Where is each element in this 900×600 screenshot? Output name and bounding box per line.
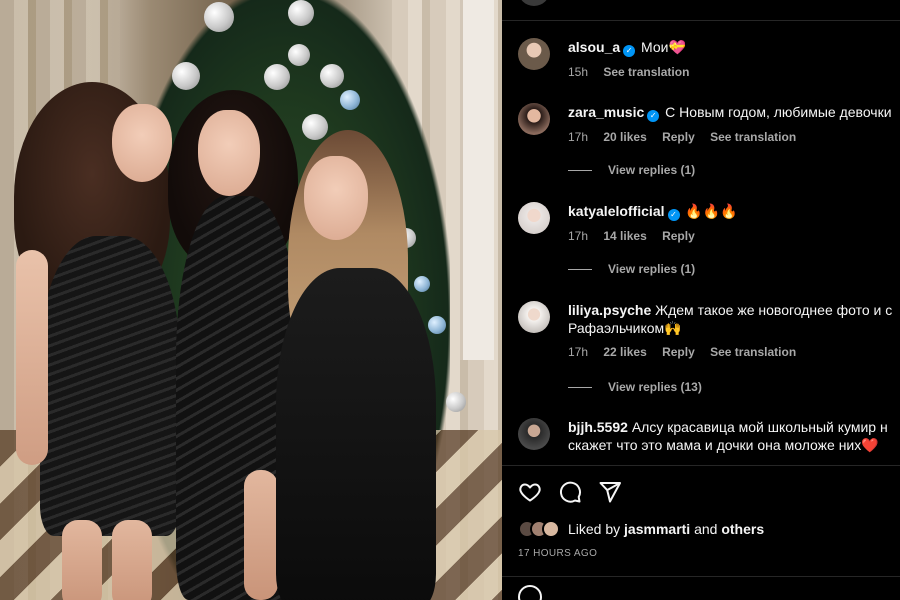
- ornament: [428, 316, 446, 334]
- see-translation-button[interactable]: See translation: [710, 130, 796, 144]
- ornament: [288, 0, 314, 26]
- comment-username[interactable]: alsou_a: [568, 39, 620, 55]
- post-image[interactable]: [0, 0, 502, 600]
- divider: [502, 576, 900, 577]
- reply-button[interactable]: Reply: [662, 345, 695, 359]
- replies-line: [568, 387, 592, 389]
- see-translation-button[interactable]: See translation: [603, 65, 689, 79]
- ornament: [340, 90, 360, 110]
- comment-icon[interactable]: [558, 480, 582, 504]
- verified-icon: ✓: [667, 209, 680, 221]
- add-comment-bar: [518, 585, 898, 600]
- share-icon[interactable]: [598, 480, 622, 504]
- view-replies-label: View replies (1): [608, 262, 696, 276]
- avatar[interactable]: [518, 38, 550, 70]
- comment-text: Алсу красавица мой школьный кумир н: [631, 419, 888, 435]
- view-replies-label: View replies (1): [608, 163, 696, 177]
- comment-text: 🔥🔥🔥: [685, 203, 738, 219]
- comment-text: Ждем такое же новогоднее фото и с: [655, 302, 893, 318]
- comment-likes[interactable]: 22 likes: [603, 345, 646, 359]
- avatar[interactable]: [518, 202, 550, 234]
- reply-button[interactable]: Reply: [662, 130, 695, 144]
- ornament: [264, 64, 290, 90]
- post-actions: [518, 478, 622, 506]
- liked-by-user[interactable]: jasmmarti: [624, 521, 690, 537]
- liked-by-prefix: Liked by: [568, 521, 621, 537]
- verified-icon: ✓: [647, 110, 660, 122]
- ornament: [204, 2, 234, 32]
- comment-username[interactable]: liliya.psyche: [568, 302, 651, 318]
- comment-username[interactable]: zara_music: [568, 104, 644, 120]
- comment-time[interactable]: 17h: [568, 229, 588, 243]
- avatar: [542, 520, 560, 538]
- ornament: [302, 114, 328, 140]
- divider: [502, 20, 900, 21]
- comments-panel: alsou_a ✓ Мои💝 15h See translation zara_m…: [502, 0, 900, 600]
- emoji-icon[interactable]: [518, 585, 542, 600]
- reply-button[interactable]: Reply: [662, 229, 695, 243]
- liker-avatars: [518, 520, 560, 538]
- view-replies-button[interactable]: View replies (1): [568, 163, 695, 177]
- avatar[interactable]: [518, 418, 550, 450]
- divider: [502, 465, 900, 466]
- comment-text-continued: Рафаэльчиком🙌: [568, 320, 682, 336]
- window-frame: [460, 0, 494, 360]
- comment-time[interactable]: 17h: [568, 345, 588, 359]
- replies-line: [568, 269, 592, 271]
- liked-by-others[interactable]: others: [721, 521, 764, 537]
- comment-text: Мои💝: [641, 39, 686, 55]
- post-timestamp[interactable]: 17 hours ago: [518, 548, 597, 559]
- comment-username[interactable]: bjjh.5592: [568, 419, 628, 435]
- view-replies-button[interactable]: View replies (13): [568, 380, 702, 394]
- ornament: [414, 276, 430, 292]
- avatar[interactable]: [518, 103, 550, 135]
- view-replies-label: View replies (13): [608, 380, 702, 394]
- comment-time[interactable]: 17h: [568, 130, 588, 144]
- avatar: [518, 0, 550, 6]
- comment-username[interactable]: katyalelofficial: [568, 203, 665, 219]
- liked-by-connector: and: [694, 521, 718, 537]
- liked-by[interactable]: Liked by jasmmarti and others: [518, 518, 764, 540]
- heart-icon[interactable]: [518, 480, 542, 504]
- ornament: [288, 44, 310, 66]
- ornament: [320, 64, 344, 88]
- comment-text: С Новым годом, любимые девочки: [665, 104, 892, 120]
- comment-time[interactable]: 15h: [568, 65, 588, 79]
- see-translation-button[interactable]: See translation: [710, 345, 796, 359]
- view-replies-button[interactable]: View replies (1): [568, 262, 695, 276]
- verified-icon: ✓: [623, 45, 636, 57]
- replies-line: [568, 170, 592, 172]
- ornament: [446, 392, 466, 412]
- avatar[interactable]: [518, 301, 550, 333]
- comment-likes[interactable]: 20 likes: [603, 130, 646, 144]
- ornament: [172, 62, 200, 90]
- comment-likes[interactable]: 14 likes: [603, 229, 646, 243]
- comment-text-continued: скажет что это мама и дочки она моложе н…: [568, 437, 879, 453]
